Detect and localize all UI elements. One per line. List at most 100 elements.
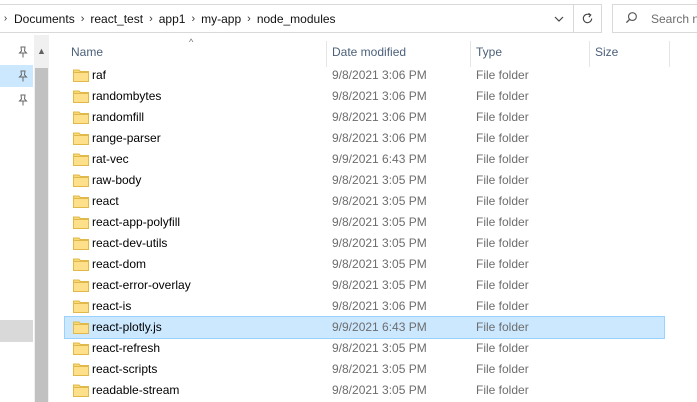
chevron-right-icon[interactable]: › (146, 13, 156, 25)
breadcrumb-react-test[interactable]: react_test (87, 12, 146, 26)
folder-icon (73, 362, 89, 376)
file-date: 9/8/2021 3:05 PM (332, 173, 427, 187)
scroll-up-arrow-icon[interactable]: ▲ (34, 43, 49, 58)
file-date: 9/9/2021 6:43 PM (332, 152, 427, 166)
file-name: rat-vec (92, 152, 129, 166)
file-date: 9/8/2021 3:05 PM (332, 215, 427, 229)
list-item[interactable]: react-dom 9/8/2021 3:05 PM File folder (65, 254, 664, 275)
pin-icon[interactable] (16, 68, 30, 84)
file-type: File folder (476, 278, 529, 292)
nav-scrollbar[interactable]: ▲ (34, 35, 49, 402)
file-type: File folder (476, 257, 529, 271)
list-item[interactable]: react-scripts 9/8/2021 3:05 PM File fold… (65, 359, 664, 380)
folder-icon (73, 131, 89, 145)
search-icon (625, 11, 643, 27)
file-name: react-refresh (92, 341, 161, 355)
file-type: File folder (476, 152, 529, 166)
file-type: File folder (476, 110, 529, 124)
file-name: react-dev-utils (92, 236, 168, 250)
list-item[interactable]: rat-vec 9/9/2021 6:43 PM File folder (65, 149, 664, 170)
sort-ascending-icon: ^ (189, 37, 194, 47)
file-type: File folder (476, 215, 529, 229)
folder-icon (73, 320, 89, 334)
breadcrumb-documents[interactable]: Documents (11, 12, 78, 26)
file-date: 9/8/2021 3:05 PM (332, 236, 427, 250)
refresh-button[interactable] (574, 4, 602, 33)
file-date: 9/8/2021 3:05 PM (332, 362, 427, 376)
file-date: 9/9/2021 6:43 PM (332, 320, 427, 334)
folder-icon (73, 194, 89, 208)
folder-icon (73, 152, 89, 166)
list-item-selected[interactable]: react-plotly.js 9/9/2021 6:43 PM File fo… (64, 316, 665, 339)
list-item[interactable]: raw-body 9/8/2021 3:05 PM File folder (65, 170, 664, 191)
list-item[interactable]: react-refresh 9/8/2021 3:05 PM File fold… (65, 338, 664, 359)
search-input[interactable]: Search n (651, 12, 697, 26)
folder-icon (73, 68, 89, 82)
list-item[interactable]: raf 9/8/2021 3:06 PM File folder (65, 65, 664, 86)
column-size[interactable]: Size (595, 45, 618, 59)
file-date: 9/8/2021 3:06 PM (332, 68, 427, 82)
pin-icon[interactable] (16, 92, 30, 108)
list-item[interactable]: react 9/8/2021 3:05 PM File folder (65, 191, 664, 212)
column-date-modified[interactable]: Date modified (332, 45, 406, 59)
folder-icon (73, 173, 89, 187)
list-item[interactable]: react-error-overlay 9/8/2021 3:05 PM Fil… (65, 275, 664, 296)
file-type: File folder (476, 68, 529, 82)
chevron-down-icon (554, 16, 563, 22)
file-date: 9/8/2021 3:05 PM (332, 194, 427, 208)
file-type: File folder (476, 299, 529, 313)
file-date: 9/8/2021 3:06 PM (332, 131, 427, 145)
file-name: react-plotly.js (92, 320, 162, 334)
list-item[interactable]: randomfill 9/8/2021 3:06 PM File folder (65, 107, 664, 128)
file-date: 9/8/2021 3:06 PM (332, 89, 427, 103)
list-item[interactable]: range-parser 9/8/2021 3:06 PM File folde… (65, 128, 664, 149)
folder-icon (73, 257, 89, 271)
scrollbar-thumb[interactable] (35, 68, 48, 402)
list-item[interactable]: randombytes 9/8/2021 3:06 PM File folder (65, 86, 664, 107)
address-history-dropdown[interactable] (545, 5, 572, 32)
file-name: react-scripts (92, 362, 158, 376)
refresh-icon (582, 12, 593, 24)
folder-icon (73, 110, 89, 124)
column-type[interactable]: Type (476, 45, 502, 59)
chevron-right-icon[interactable]: › (244, 13, 254, 25)
chevron-right-icon[interactable]: › (78, 13, 88, 25)
file-date: 9/8/2021 3:05 PM (332, 341, 427, 355)
file-date: 9/8/2021 3:05 PM (332, 383, 427, 397)
file-name: react (92, 194, 119, 208)
file-type: File folder (476, 383, 529, 397)
file-type: File folder (476, 320, 529, 334)
file-name: randombytes (92, 89, 162, 103)
list-item[interactable]: react-is 9/8/2021 3:06 PM File folder (65, 296, 664, 317)
file-date: 9/8/2021 3:06 PM (332, 299, 427, 313)
navigation-pane: ▲ (0, 35, 49, 402)
column-divider[interactable] (669, 41, 670, 67)
folder-icon (73, 215, 89, 229)
chevron-right-icon[interactable]: › (188, 13, 198, 25)
column-divider[interactable] (589, 41, 590, 67)
folder-icon (73, 236, 89, 250)
file-name: readable-stream (92, 383, 180, 397)
column-name[interactable]: Name (71, 45, 103, 59)
folder-icon (73, 383, 89, 397)
breadcrumb-my-app[interactable]: my-app (198, 12, 244, 26)
chevron-right-icon[interactable]: › (0, 13, 11, 24)
pin-icon[interactable] (16, 44, 30, 60)
column-divider[interactable] (326, 41, 327, 67)
breadcrumb[interactable]: › Documents › react_test › app1 › my-app… (0, 4, 574, 33)
breadcrumb-app1[interactable]: app1 (156, 12, 189, 26)
column-divider[interactable] (470, 41, 471, 67)
file-date: 9/8/2021 3:05 PM (332, 278, 427, 292)
search-box[interactable]: Search n (612, 4, 697, 33)
file-type: File folder (476, 89, 529, 103)
file-name: randomfill (92, 110, 145, 124)
breadcrumb-node-modules[interactable]: node_modules (254, 12, 339, 26)
folder-icon (73, 299, 89, 313)
folder-icon (73, 89, 89, 103)
file-type: File folder (476, 131, 529, 145)
column-header: ^ Name Date modified Type Size (49, 35, 697, 67)
list-item[interactable]: react-app-polyfill 9/8/2021 3:05 PM File… (65, 212, 664, 233)
list-item[interactable]: react-dev-utils 9/8/2021 3:05 PM File fo… (65, 233, 664, 254)
nav-item-highlight[interactable] (0, 320, 33, 342)
list-item[interactable]: readable-stream 9/8/2021 3:05 PM File fo… (65, 380, 664, 401)
